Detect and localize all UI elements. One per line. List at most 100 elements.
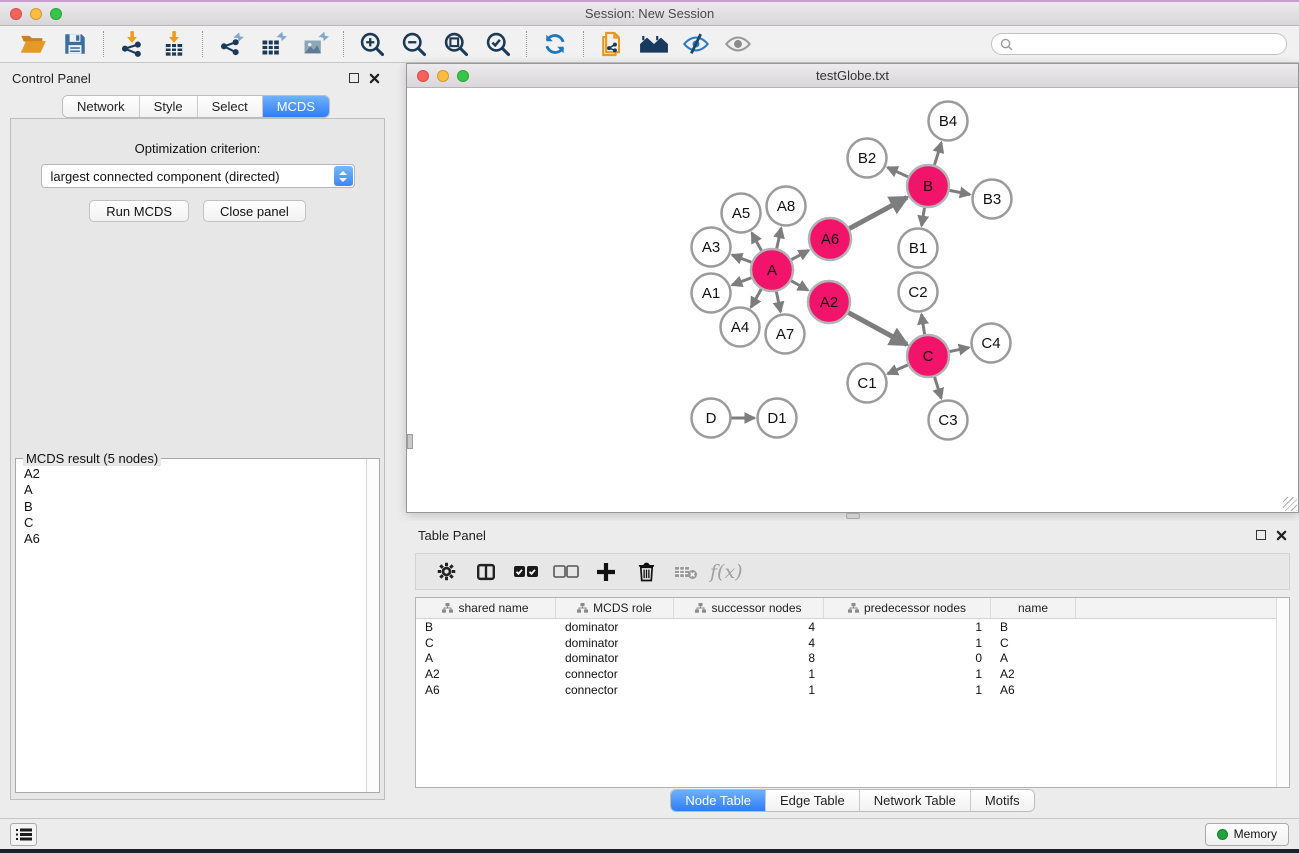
mcds-result-item[interactable]: B (24, 499, 371, 515)
node-A2[interactable]: A2 (808, 281, 850, 323)
node-A8[interactable]: A8 (767, 187, 806, 226)
function-builder-button[interactable]: f(x) (710, 561, 743, 583)
column-header-MCDS-role[interactable]: MCDS role (556, 598, 674, 618)
node-C[interactable]: C (907, 335, 949, 377)
mcds-result-item[interactable]: A6 (24, 531, 371, 547)
node-B3[interactable]: B3 (973, 180, 1012, 219)
edge-A-A3[interactable] (732, 255, 751, 262)
close-panel-button[interactable]: Close panel (203, 200, 306, 222)
zoom-fit-button[interactable] (435, 28, 477, 60)
panel-grip-icon[interactable] (407, 434, 413, 449)
cell-shared-name[interactable]: C (416, 636, 556, 650)
node-table[interactable]: shared nameMCDS rolesuccessor nodesprede… (415, 597, 1290, 788)
cell-predecessor-nodes[interactable]: 1 (824, 620, 991, 634)
edge-A-A5[interactable] (752, 233, 762, 251)
node-A7[interactable]: A7 (766, 315, 805, 354)
edge-B-B3[interactable] (950, 190, 970, 194)
edge-A-A4[interactable] (751, 289, 761, 307)
node-A3[interactable]: A3 (692, 228, 731, 267)
edge-B-B2[interactable] (887, 167, 908, 176)
column-header-successor-nodes[interactable]: successor nodes (674, 598, 824, 618)
cell-name[interactable]: A2 (991, 667, 1076, 681)
edge-B-B1[interactable] (922, 208, 925, 226)
zoom-selected-button[interactable] (477, 28, 519, 60)
show-task-history-button[interactable] (10, 823, 37, 846)
zoom-out-button[interactable] (393, 28, 435, 60)
refresh-button[interactable] (534, 28, 576, 60)
cell-name[interactable]: B (991, 620, 1076, 634)
edge-C-C4[interactable] (950, 348, 969, 352)
search-input[interactable] (1018, 37, 1278, 51)
edge-A2-C[interactable] (848, 313, 907, 345)
create-column-button[interactable] (586, 557, 626, 587)
export-network-button[interactable] (210, 28, 252, 60)
cell-successor-nodes[interactable]: 4 (674, 620, 824, 634)
float-panel-icon[interactable] (349, 73, 359, 83)
show-columns-button[interactable] (466, 557, 506, 587)
export-table-button[interactable] (252, 28, 294, 60)
tab-mcds[interactable]: MCDS (263, 96, 329, 117)
memory-button[interactable]: Memory (1205, 823, 1289, 846)
tab-node-table[interactable]: Node Table (671, 790, 766, 811)
edge-A-A6[interactable] (791, 250, 808, 259)
select-all-columns-button[interactable] (506, 557, 546, 587)
node-B1[interactable]: B1 (899, 229, 938, 268)
import-table-button[interactable] (153, 28, 195, 60)
edge-C-C1[interactable] (888, 365, 908, 374)
window-resize-grip-icon[interactable] (1283, 497, 1297, 511)
float-table-panel-icon[interactable] (1256, 530, 1266, 540)
cell-predecessor-nodes[interactable]: 0 (824, 651, 991, 665)
table-row[interactable]: Cdominator41C (416, 635, 1289, 651)
run-mcds-button[interactable]: Run MCDS (89, 200, 189, 222)
cell-successor-nodes[interactable]: 1 (674, 683, 824, 697)
cell-name[interactable]: A6 (991, 683, 1076, 697)
node-C1[interactable]: C1 (848, 364, 887, 403)
tab-style[interactable]: Style (140, 96, 198, 117)
network-canvas[interactable]: AA1A2A3A4A5A6A7A8BB1B2B3B4CC1C2C3C4DD1 (407, 89, 1298, 512)
network-window-titlebar[interactable]: testGlobe.txt (407, 64, 1298, 88)
edge-A6-B[interactable] (849, 197, 907, 228)
column-header-shared-name[interactable]: shared name (416, 598, 556, 618)
node-B[interactable]: B (907, 165, 949, 207)
cell-shared-name[interactable]: A (416, 651, 556, 665)
edge-A-A2[interactable] (791, 281, 808, 290)
tab-edge-table[interactable]: Edge Table (766, 790, 860, 811)
node-D[interactable]: D (692, 399, 731, 438)
table-row[interactable]: Bdominator41B (416, 619, 1289, 635)
cell-shared-name[interactable]: A6 (416, 683, 556, 697)
cell-shared-name[interactable]: B (416, 620, 556, 634)
node-C3[interactable]: C3 (929, 401, 968, 440)
edge-A-A7[interactable] (776, 292, 780, 312)
delete-columns-button[interactable] (626, 557, 666, 587)
node-C2[interactable]: C2 (899, 273, 938, 312)
mcds-result-item[interactable]: A (24, 482, 371, 498)
tab-select[interactable]: Select (198, 96, 263, 117)
table-scrollbar[interactable] (1276, 598, 1289, 787)
deselect-all-columns-button[interactable] (546, 557, 586, 587)
cell-predecessor-nodes[interactable]: 1 (824, 636, 991, 650)
edge-A-A1[interactable] (732, 278, 751, 285)
cell-predecessor-nodes[interactable]: 1 (824, 667, 991, 681)
delete-table-button[interactable] (666, 557, 706, 587)
mcds-result-item[interactable]: A2 (24, 466, 371, 482)
cell-MCDS-role[interactable]: connector (556, 683, 674, 697)
mcds-result-item[interactable]: C (24, 515, 371, 531)
show-view-button[interactable] (717, 28, 759, 60)
criterion-dropdown[interactable]: largest connected component (directed) (41, 164, 355, 188)
edge-C-C2[interactable] (921, 314, 924, 334)
hide-graphics-details-button[interactable] (675, 28, 717, 60)
search-field[interactable] (991, 33, 1287, 55)
import-network-button[interactable] (111, 28, 153, 60)
column-header-predecessor-nodes[interactable]: predecessor nodes (824, 598, 991, 618)
cell-successor-nodes[interactable]: 4 (674, 636, 824, 650)
cell-MCDS-role[interactable]: connector (556, 667, 674, 681)
tab-network[interactable]: Network (63, 96, 140, 117)
cell-name[interactable]: A (991, 651, 1076, 665)
tab-motifs[interactable]: Motifs (971, 790, 1034, 811)
node-A4[interactable]: A4 (721, 308, 760, 347)
cell-MCDS-role[interactable]: dominator (556, 636, 674, 650)
zoom-in-button[interactable] (351, 28, 393, 60)
node-A[interactable]: A (751, 249, 793, 291)
column-header-name[interactable]: name (991, 598, 1076, 618)
cell-name[interactable]: C (991, 636, 1076, 650)
